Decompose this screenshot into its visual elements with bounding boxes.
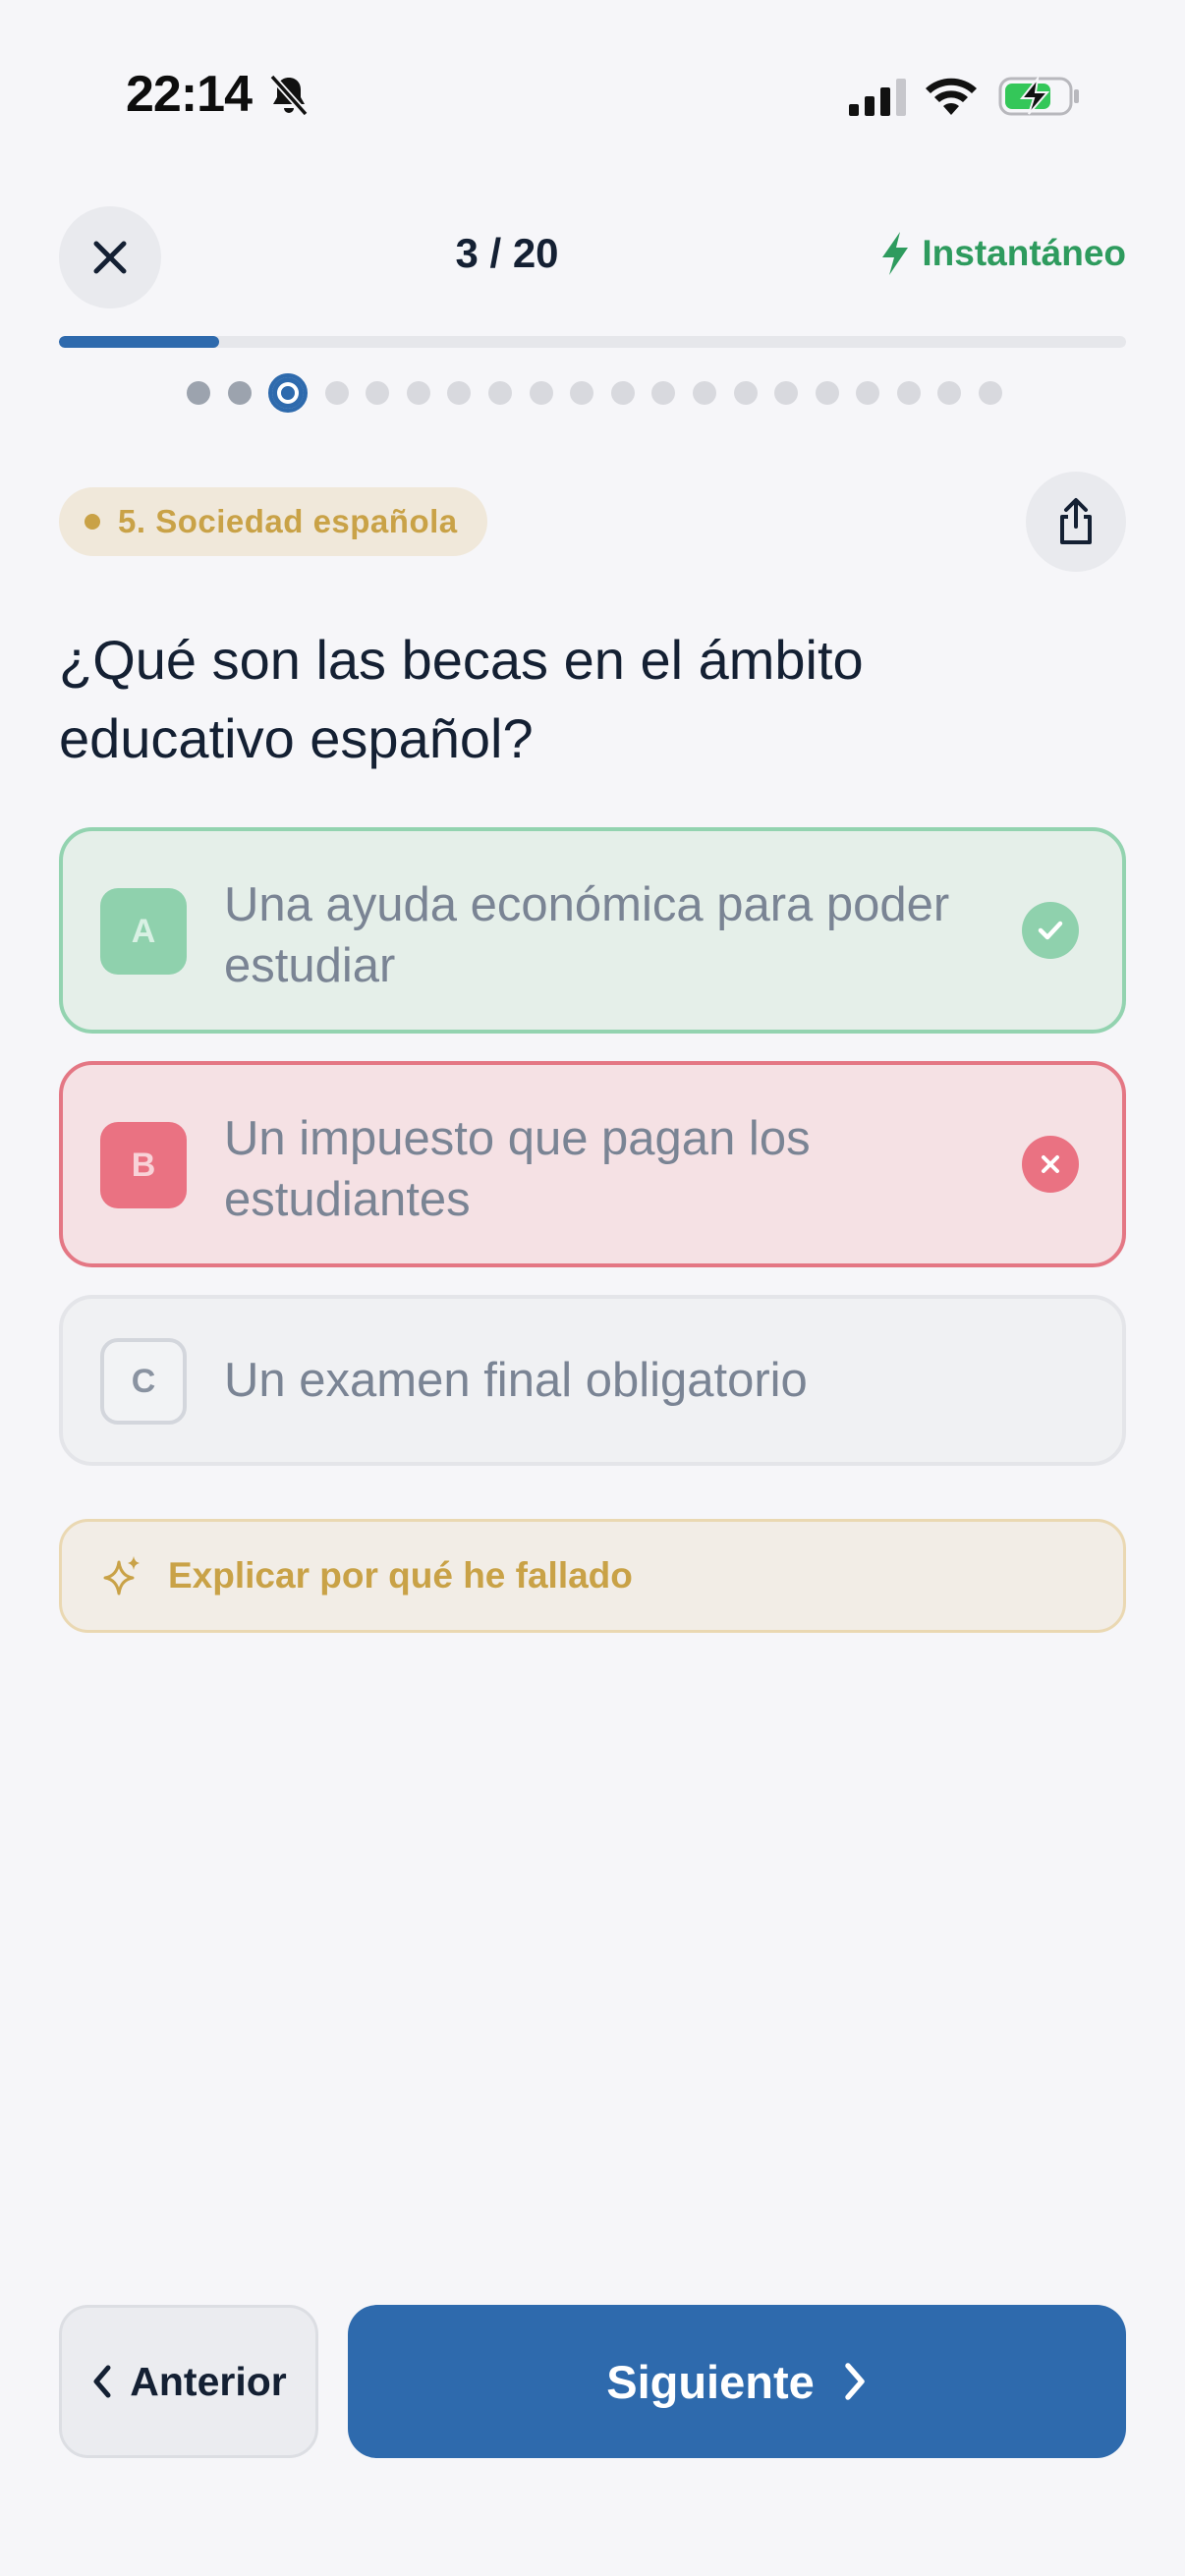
question-dot[interactable]: [488, 381, 513, 405]
answer-option-c[interactable]: C Un examen final obligatorio: [59, 1295, 1126, 1466]
question-dots: [187, 371, 1002, 415]
option-text: Una ayuda económica para poder estudiar: [224, 878, 950, 992]
previous-button[interactable]: Anterior: [59, 2305, 318, 2458]
question-dot[interactable]: [610, 381, 635, 405]
option-text: Un examen final obligatorio: [224, 1354, 808, 1407]
question-dot[interactable]: [733, 381, 758, 405]
question-dot[interactable]: [774, 381, 799, 405]
explain-mistake-button[interactable]: Explicar por qué he fallado: [59, 1519, 1126, 1633]
close-icon: [93, 241, 127, 274]
category-label: 5. Sociedad española: [118, 503, 458, 539]
close-button[interactable]: [59, 206, 161, 308]
chevron-right-icon: [845, 2363, 865, 2400]
question-dot[interactable]: [187, 381, 210, 405]
question-dot[interactable]: [896, 381, 921, 405]
question-dot[interactable]: [978, 381, 1002, 405]
progress-bar-fill: [59, 336, 219, 348]
share-button[interactable]: [1026, 472, 1126, 572]
category-badge: 5. Sociedad española: [59, 487, 487, 556]
wifi-icon: [926, 78, 977, 115]
option-letter: B: [100, 1122, 187, 1208]
mode-label: Instantáneo: [922, 233, 1126, 273]
question-dot[interactable]: [227, 381, 252, 405]
category-bullet: [85, 514, 100, 530]
question-dot[interactable]: [447, 381, 472, 405]
lightning-icon: [882, 232, 909, 275]
question-dot[interactable]: [937, 381, 962, 405]
cross-icon: [1022, 1136, 1079, 1193]
status-time: 22:14: [126, 66, 253, 123]
bell-slash-icon: [269, 74, 309, 117]
question-dot[interactable]: [651, 381, 676, 405]
question-dot[interactable]: [856, 381, 880, 405]
quiz-screen: 22:14 3 / 20 Instantáneo 5. Sociedad esp…: [0, 0, 1185, 2576]
check-icon: [1022, 902, 1079, 959]
question-dot[interactable]: [324, 381, 349, 405]
option-text: Un impuesto que pagan los estudiantes: [224, 1112, 811, 1226]
answer-option-b[interactable]: B Un impuesto que pagan los estudiantes: [59, 1061, 1126, 1267]
sparkles-icon: [103, 1556, 140, 1596]
question-dot[interactable]: [406, 381, 430, 405]
mode-badge: Instantáneo: [880, 232, 1126, 275]
question-dot[interactable]: [815, 381, 839, 405]
answer-option-a[interactable]: A Una ayuda económica para poder estudia…: [59, 827, 1126, 1034]
question-dot-current[interactable]: [268, 373, 309, 413]
question-dot[interactable]: [529, 381, 553, 405]
question-dot[interactable]: [692, 381, 716, 405]
cellular-signal-icon: [849, 79, 906, 116]
question-dot[interactable]: [570, 381, 594, 405]
chevron-left-icon: [93, 2365, 111, 2398]
progress-counter: 3 / 20: [455, 230, 559, 276]
question-text: ¿Qué son las becas en el ámbito educativ…: [59, 629, 864, 769]
previous-label: Anterior: [130, 2358, 287, 2404]
option-letter: C: [100, 1338, 187, 1425]
next-button[interactable]: Siguiente: [348, 2305, 1126, 2458]
next-label: Siguiente: [606, 2355, 815, 2408]
explain-label: Explicar por qué he fallado: [168, 1555, 633, 1596]
question-dot[interactable]: [366, 381, 390, 405]
progress-bar: [59, 336, 1126, 348]
option-letter: A: [100, 888, 187, 975]
share-icon: [1060, 498, 1092, 544]
battery-charging-icon: [998, 75, 1079, 116]
